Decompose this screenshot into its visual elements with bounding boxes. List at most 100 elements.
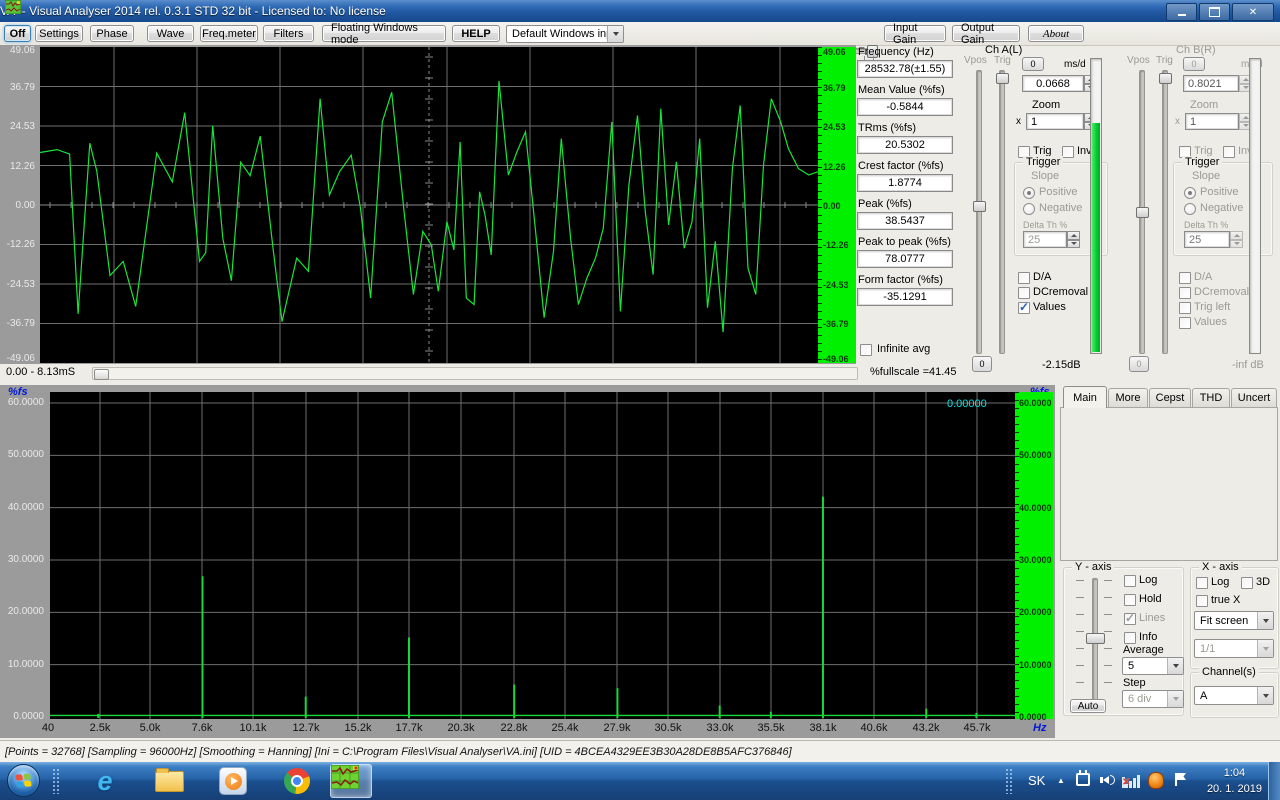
- y-log-checkbox[interactable]: [1124, 575, 1136, 587]
- channel-a-values-checkbox[interactable]: [1018, 302, 1030, 314]
- taskbar-chrome[interactable]: [276, 764, 318, 798]
- spectrum-x-tick-label: 10.1k: [233, 722, 273, 734]
- channel-a-zero-top-button[interactable]: 0: [1022, 57, 1044, 71]
- spectrum-x-tick-label: 43.2k: [906, 722, 946, 734]
- tab-main[interactable]: Main: [1063, 386, 1107, 408]
- y-scale-slider[interactable]: [1092, 578, 1098, 702]
- input-device-select[interactable]: Default Windows inp: [506, 25, 624, 43]
- channel-b-values-checkbox[interactable]: [1179, 317, 1191, 329]
- close-button[interactable]: ✕: [1232, 3, 1274, 21]
- auto-button[interactable]: Auto: [1070, 699, 1106, 713]
- y-scale-slider-thumb[interactable]: [1086, 633, 1105, 644]
- floating-windows-button[interactable]: Floating Windows mode: [322, 25, 446, 42]
- infinite-avg-checkbox[interactable]: [860, 344, 872, 356]
- channel-b-trig-left-checkbox[interactable]: [1179, 302, 1191, 314]
- channel-a-msd-field[interactable]: 0.0668: [1022, 75, 1084, 92]
- channel-select[interactable]: A: [1194, 686, 1274, 705]
- tab-uncert[interactable]: Uncert: [1231, 388, 1277, 407]
- network-icon[interactable]: ✕: [1125, 774, 1141, 788]
- taskbar-media-player[interactable]: [212, 764, 254, 798]
- x-3d-checkbox[interactable]: [1241, 577, 1253, 589]
- wave-button[interactable]: Wave: [147, 25, 194, 42]
- hidden-icons-arrow[interactable]: ▲: [1057, 776, 1065, 785]
- spectrum-bar-tick-label: 10.0000: [1019, 660, 1052, 670]
- maximize-button[interactable]: [1199, 3, 1230, 21]
- help-button[interactable]: HELP: [452, 25, 500, 42]
- power-plug-icon[interactable]: [1076, 773, 1090, 789]
- channel-a-dcremoval-checkbox[interactable]: [1018, 287, 1030, 299]
- channel-a-slope-positive-radio[interactable]: [1023, 187, 1035, 199]
- y-info-checkbox[interactable]: [1124, 632, 1136, 644]
- scope-y-tick-label: -24.53: [1, 279, 35, 290]
- spectrum-bar-tick-label: 60.0000: [1019, 398, 1052, 408]
- channel-b-msd-field[interactable]: 0.8021: [1183, 75, 1239, 92]
- channel-a-vpos-thumb[interactable]: [973, 201, 986, 212]
- channel-b-slope-negative-radio[interactable]: [1184, 203, 1196, 215]
- settings-button[interactable]: Settings: [35, 25, 83, 42]
- measurement-label: Crest factor (%fs): [858, 160, 957, 172]
- channel-a-inv-checkbox[interactable]: [1062, 146, 1074, 158]
- measurement-label: Frequency (Hz): [858, 46, 957, 58]
- channel-b-zoom-field[interactable]: 1: [1185, 113, 1239, 130]
- channel-a-vpos-slider[interactable]: [976, 70, 982, 354]
- tab-cepst[interactable]: Cepst: [1149, 388, 1191, 407]
- y-hold-checkbox[interactable]: [1124, 594, 1136, 606]
- channel-b-inv-checkbox[interactable]: [1223, 146, 1235, 158]
- channel-a-slope-negative-radio[interactable]: [1023, 203, 1035, 215]
- channel-a-zoom-field[interactable]: 1: [1026, 113, 1084, 130]
- channel-b-slope-positive-radio[interactable]: [1184, 187, 1196, 199]
- about-button[interactable]: About: [1028, 25, 1084, 42]
- start-button[interactable]: [7, 764, 40, 797]
- channel-b-dcremoval-checkbox[interactable]: [1179, 287, 1191, 299]
- tab-thd[interactable]: THD: [1192, 388, 1230, 407]
- freq-meter-button[interactable]: Freq.meter: [200, 25, 258, 42]
- show-desktop-button[interactable]: [1268, 762, 1280, 800]
- step-select[interactable]: 6 div: [1122, 690, 1184, 708]
- measurement-label: Peak to peak (%fs): [858, 236, 957, 248]
- channel-b-delta-spinner[interactable]: [1230, 231, 1243, 248]
- window-title: VA -- Visual Analyser 2014 rel. 0.3.1 ST…: [0, 4, 386, 18]
- spectrum-y-tick-label: 40.0000: [0, 502, 44, 513]
- x-truex-checkbox[interactable]: [1196, 595, 1208, 607]
- fit-screen-select[interactable]: Fit screen: [1194, 611, 1274, 630]
- output-gain-button[interactable]: Output Gain: [952, 25, 1020, 42]
- channel-a-delta-field[interactable]: 25: [1023, 231, 1067, 248]
- channel-a-zero-bottom-button[interactable]: 0: [972, 356, 992, 372]
- input-gain-button[interactable]: Input Gain: [884, 25, 946, 42]
- x-log-checkbox[interactable]: [1196, 577, 1208, 589]
- y-lines-checkbox[interactable]: [1124, 613, 1136, 625]
- taskbar-internet-explorer[interactable]: e: [84, 764, 126, 798]
- channel-b-zero-bottom-button[interactable]: 0: [1129, 356, 1149, 372]
- scope-scrollbar-thumb[interactable]: [94, 369, 109, 380]
- channel-a-trig-thumb[interactable]: [996, 73, 1009, 84]
- average-value: 5: [1123, 660, 1167, 672]
- taskbar-visual-analyser[interactable]: [330, 764, 372, 798]
- off-button[interactable]: Off: [4, 25, 31, 42]
- scope-scrollbar[interactable]: [92, 367, 858, 380]
- spectrum-x-axis-labels: 402.5k5.0k7.6k10.1k12.7k15.2k17.7k20.3k2…: [0, 721, 1055, 737]
- filters-button[interactable]: Filters: [263, 25, 314, 42]
- language-indicator[interactable]: SK: [1028, 773, 1045, 788]
- antivirus-icon[interactable]: [1148, 772, 1164, 792]
- channel-a-d-a-checkbox[interactable]: [1018, 272, 1030, 284]
- y-option-label: Lines: [1139, 612, 1165, 624]
- channel-a-trig-slider[interactable]: [999, 70, 1005, 354]
- ratio-select[interactable]: 1/1: [1194, 639, 1274, 658]
- volume-icon[interactable]: [1100, 775, 1115, 785]
- channel-b-vpos-thumb[interactable]: [1136, 207, 1149, 218]
- channel-b-vpos-slider[interactable]: [1139, 70, 1145, 354]
- channel-b-d-a-checkbox[interactable]: [1179, 272, 1191, 284]
- phase-button[interactable]: Phase: [90, 25, 134, 42]
- average-select[interactable]: 5: [1122, 657, 1184, 675]
- tab-more[interactable]: More: [1108, 388, 1148, 407]
- action-center-flag-icon[interactable]: [1175, 773, 1187, 787]
- minimize-button[interactable]: [1166, 3, 1197, 21]
- scope-bar-tick-label: -12.26: [823, 240, 849, 250]
- channel-a-delta-spinner[interactable]: [1067, 231, 1080, 248]
- channel-b-trig-thumb[interactable]: [1159, 73, 1172, 84]
- tray-clock[interactable]: 1:04 20. 1. 2019: [1207, 765, 1262, 797]
- channel-b-trig-slider[interactable]: [1162, 70, 1168, 354]
- channel-b-delta-field[interactable]: 25: [1184, 231, 1230, 248]
- channel-b-zero-top-button[interactable]: 0: [1183, 57, 1205, 71]
- taskbar-windows-explorer[interactable]: [148, 764, 190, 798]
